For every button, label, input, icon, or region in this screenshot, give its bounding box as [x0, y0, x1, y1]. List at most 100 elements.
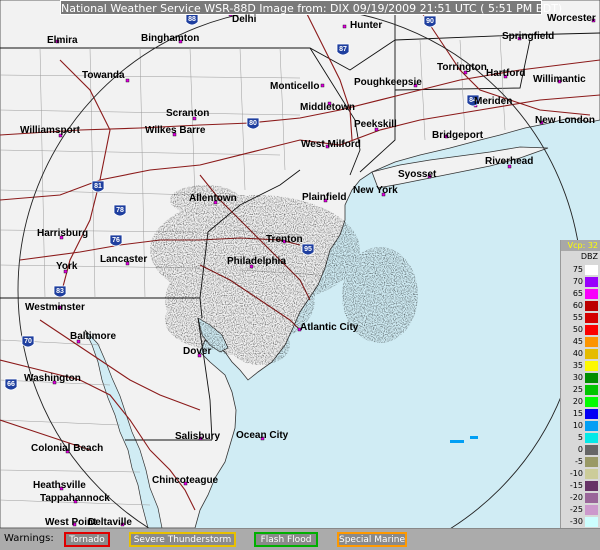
city-label: Philadelphia — [227, 256, 286, 267]
interstate-label: 88 — [188, 16, 196, 23]
legend-value: 0 — [577, 445, 583, 454]
legend-swatch — [585, 397, 598, 407]
city-label: Syosset — [398, 169, 437, 180]
legend-row: 10 — [561, 420, 600, 432]
vcp-label: Vcp: 32 — [561, 240, 600, 251]
legend-swatch — [585, 337, 598, 347]
city-label: Delhi — [232, 14, 257, 25]
legend-value: 50 — [572, 325, 583, 334]
city-label: Springfield — [502, 31, 555, 42]
legend-value: -5 — [575, 457, 583, 466]
city-label: Hartford — [486, 68, 526, 79]
legend-swatch — [585, 373, 598, 383]
city-label: Baltimore — [70, 331, 117, 342]
legend-swatch — [585, 313, 598, 323]
city-label: Deltaville — [88, 517, 132, 528]
legend-swatch — [585, 325, 598, 335]
legend-row: 60 — [561, 300, 600, 312]
city-label: Allentown — [189, 193, 237, 204]
city-label: Williamsport — [20, 125, 80, 136]
city-label: Dover — [183, 346, 212, 357]
city-label: Tappahannock — [40, 493, 110, 504]
legend-value: 65 — [572, 289, 583, 298]
legend-swatch — [585, 385, 598, 395]
interstate-label: 66 — [7, 381, 15, 388]
legend-value: 70 — [572, 277, 583, 286]
legend-swatch — [585, 265, 598, 275]
interstate-label: 95 — [304, 246, 312, 253]
city-label: Riverhead — [485, 156, 534, 167]
city-label: Binghamton — [141, 33, 200, 44]
legend-row: 30 — [561, 372, 600, 384]
legend-row: -30 — [561, 516, 600, 528]
warning-severe-thunderstorm-button[interactable]: Severe Thunderstorm — [129, 532, 236, 547]
interstate-label: 70 — [24, 338, 32, 345]
interstate-label: 87 — [339, 46, 347, 53]
city-label: New London — [535, 115, 595, 126]
legend-value: -25 — [569, 505, 583, 514]
city-label: Elmira — [47, 35, 78, 46]
legend-row: 0 — [561, 444, 600, 456]
dbz-unit-label: DBZ — [580, 252, 598, 261]
legend-row: 50 — [561, 324, 600, 336]
legend-value: 10 — [572, 421, 583, 430]
city-label: Meriden — [474, 96, 513, 107]
interstate-label: 90 — [426, 18, 434, 25]
image-title: National Weather Service WSR-88D Image f… — [60, 0, 563, 15]
dbz-legend: Vcp: 32 DBZ 75 70 65 60 55 50 45 40 35 30 25 20 15 10… — [560, 240, 600, 540]
legend-row: -20 — [561, 492, 600, 504]
legend-row: -25 — [561, 504, 600, 516]
legend-swatch — [585, 301, 598, 311]
city-label: Chincoteague — [152, 475, 219, 486]
legend-value: -15 — [569, 481, 583, 490]
warnings-label: Warnings: — [4, 533, 54, 544]
city-label: Lancaster — [100, 254, 148, 265]
legend-row: 25 — [561, 384, 600, 396]
legend-value: -20 — [569, 493, 583, 502]
warning-flash-flood-button[interactable]: Flash Flood — [254, 532, 318, 547]
legend-value: 35 — [572, 361, 583, 370]
legend-row: 65 — [561, 288, 600, 300]
legend-swatch — [585, 277, 598, 287]
legend-value: 25 — [572, 385, 583, 394]
legend-swatch — [585, 469, 598, 479]
legend-swatch — [585, 409, 598, 419]
legend-value: 40 — [572, 349, 583, 358]
legend-row: -5 — [561, 456, 600, 468]
legend-value: -10 — [569, 469, 583, 478]
interstate-label: 80 — [249, 120, 257, 127]
legend-value: 15 — [572, 409, 583, 418]
warning-tornado-button[interactable]: Tornado — [64, 532, 110, 547]
city-label: Middletown — [300, 102, 355, 113]
city-label: Colonial Beach — [31, 443, 104, 454]
legend-swatch — [585, 421, 598, 431]
interstate-label: 78 — [116, 207, 124, 214]
city-label: Hunter — [350, 20, 383, 31]
city-label: Torrington — [437, 62, 487, 73]
city-label: Westminster — [25, 302, 85, 313]
legend-row: 20 — [561, 396, 600, 408]
legend-swatch — [585, 349, 598, 359]
legend-row: 40 — [561, 348, 600, 360]
legend-value: 30 — [572, 373, 583, 382]
legend-row: 55 — [561, 312, 600, 324]
city-label: Poughkeepsie — [354, 77, 422, 88]
legend-swatch — [585, 517, 598, 527]
warning-special-marine-button[interactable]: Special Marine — [337, 532, 407, 547]
interstate-label: 83 — [56, 288, 64, 295]
city-label: Heathsville — [33, 480, 86, 491]
city-label: Trenton — [266, 234, 303, 245]
legend-row: 15 — [561, 408, 600, 420]
interstate-label: 81 — [94, 183, 102, 190]
legend-swatch — [585, 505, 598, 515]
city-label: Wilkes Barre — [145, 125, 206, 136]
city-label: Monticello — [270, 81, 320, 92]
city-label: Towanda — [82, 70, 125, 81]
legend-row: 70 — [561, 276, 600, 288]
legend-value: 75 — [572, 265, 583, 274]
legend-swatch — [585, 433, 598, 443]
legend-header: Vcp: 32 DBZ — [561, 240, 600, 264]
legend-row: -10 — [561, 468, 600, 480]
legend-swatch — [585, 493, 598, 503]
legend-swatch — [585, 457, 598, 467]
